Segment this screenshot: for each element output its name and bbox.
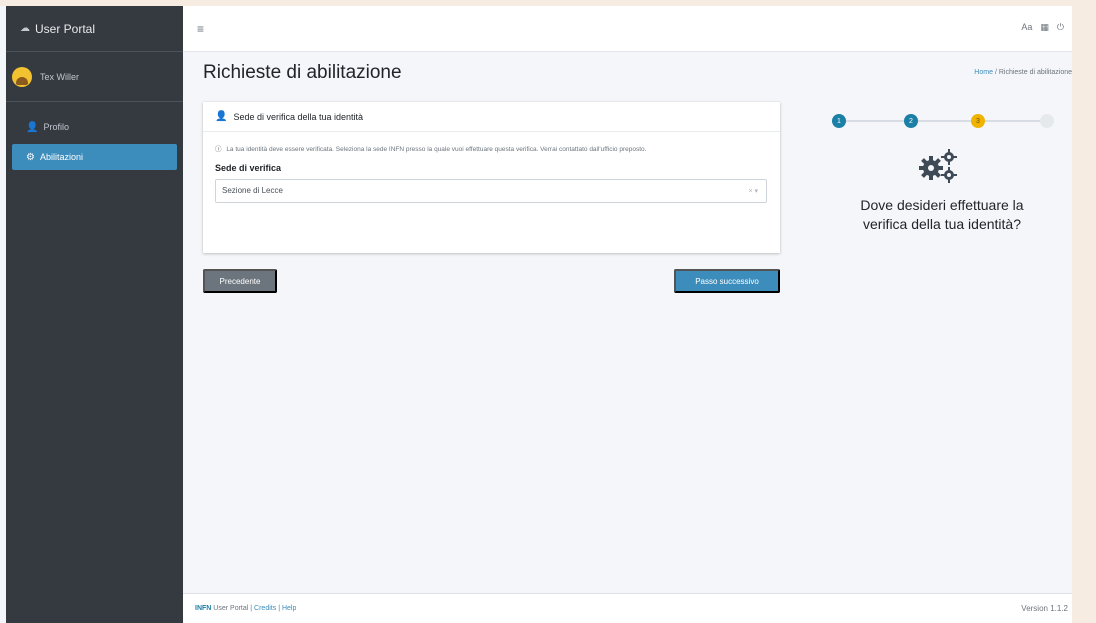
verification-card: 👤 Sede di verifica della tua identità ⓘ … <box>203 102 780 253</box>
chevron-down-icon[interactable]: ▾ <box>754 188 758 195</box>
sidebar-nav: 👤 Profilo ⚙ Abilitazioni <box>6 102 183 170</box>
card-title: Sede di verifica della tua identità <box>233 111 364 122</box>
text-size-icon[interactable]: Aa <box>1021 22 1032 33</box>
version-label: Version 1.1.2 <box>1021 604 1068 613</box>
step-4 <box>1040 114 1054 128</box>
brand-title: User Portal <box>35 21 96 36</box>
info-text: ⓘ La tua identità deve essere verificata… <box>215 145 755 155</box>
clear-icon[interactable]: × <box>748 188 752 195</box>
cogs-icon <box>919 149 957 183</box>
power-icon[interactable]: ⏻ <box>1057 22 1064 33</box>
footer-separator: | <box>278 605 281 612</box>
next-step-button[interactable]: Passo successivo <box>674 269 780 293</box>
info-message: La tua identità deve essere verificata. … <box>226 146 647 153</box>
grid-icon[interactable]: ▦ <box>1040 22 1049 33</box>
footer-separator: | <box>250 605 253 612</box>
top-navbar: ≡ Aa ▦ ⏻ <box>183 6 1072 52</box>
step-2: 2 <box>904 114 918 128</box>
help-link[interactable]: Help <box>282 605 296 612</box>
avatar <box>12 66 32 87</box>
breadcrumb-home[interactable]: Home <box>974 69 993 76</box>
breadcrumb: Home / Richieste di abilitazione <box>974 69 1072 76</box>
card-body: ⓘ La tua identità deve essere verificata… <box>203 132 780 203</box>
step-3: 3 <box>971 114 985 128</box>
sidebar: ☁ User Portal Tex Willer 👤 Profilo ⚙ Abi… <box>6 6 183 623</box>
footer-brand: INFN <box>195 605 212 612</box>
step-1: 1 <box>832 114 846 128</box>
stepper-line <box>832 120 1047 122</box>
stepper: 1 2 3 <box>826 112 1056 132</box>
user-panel[interactable]: Tex Willer <box>6 52 183 102</box>
navbar-right: Aa ▦ ⏻ <box>1021 22 1064 33</box>
app-window: ☁ User Portal Tex Willer 👤 Profilo ⚙ Abi… <box>0 0 1096 623</box>
cogs-icon: ⚙ <box>26 151 35 163</box>
cloud-icon: ☁ <box>20 23 30 34</box>
previous-button[interactable]: Precedente <box>203 269 277 293</box>
brand[interactable]: ☁ User Portal <box>6 6 183 52</box>
right-strip <box>1072 0 1096 623</box>
footer-links: INFN User Portal | Credits | Help <box>195 605 296 612</box>
sidebar-item-label: Profilo <box>43 122 69 132</box>
sede-label: Sede di verifica <box>215 162 282 173</box>
sede-select-value: Sezione di Lecce <box>222 186 283 196</box>
sidebar-item-abilitazioni[interactable]: ⚙ Abilitazioni <box>12 144 177 170</box>
breadcrumb-current: Richieste di abilitazione <box>998 69 1072 76</box>
credits-link[interactable]: Credits <box>254 605 276 612</box>
select-controls: × ▾ <box>748 187 758 195</box>
user-icon: 👤 <box>215 111 228 122</box>
breadcrumb-separator: / <box>994 69 997 76</box>
info-icon: ⓘ <box>215 146 222 153</box>
sidebar-item-profilo[interactable]: 👤 Profilo <box>12 114 177 140</box>
footer: INFN User Portal | Credits | Help Versio… <box>183 593 1072 623</box>
page-title: Richieste di abilitazione <box>203 62 402 83</box>
step-question: Dove desideri effettuare la verifica del… <box>860 197 1024 232</box>
user-icon: 👤 <box>26 121 39 133</box>
user-name: Tex Willer <box>40 71 80 82</box>
card-header: 👤 Sede di verifica della tua identità <box>203 102 780 132</box>
hamburger-icon[interactable]: ≡ <box>197 22 204 36</box>
sidebar-item-label: Abilitazioni <box>39 152 83 162</box>
sede-select[interactable]: Sezione di Lecce × ▾ <box>215 178 767 203</box>
footer-app: User Portal <box>213 605 249 612</box>
